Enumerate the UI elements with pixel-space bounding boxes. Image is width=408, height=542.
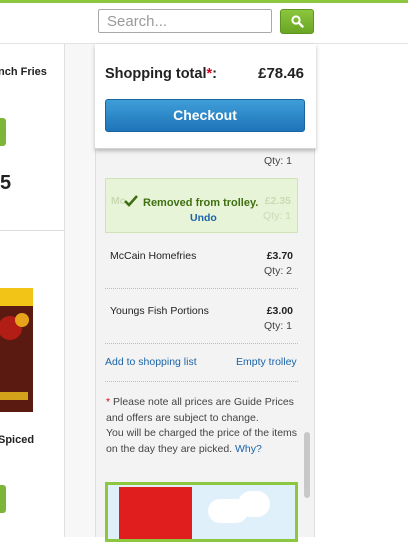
price-note: * Please note all prices are Guide Price… — [106, 395, 301, 457]
check-icon — [124, 195, 138, 207]
trolley-scrollbar[interactable] — [304, 432, 310, 498]
item-quantity: Qty: 1 — [264, 155, 293, 167]
shopping-total-label: Shopping total*: — [105, 66, 217, 82]
note-text: Please note all prices are Guide Prices … — [106, 396, 294, 424]
divider — [0, 230, 64, 231]
note-text-2: You will be charged the price of the ite… — [106, 427, 298, 455]
item-price: £3.00 — [266, 305, 293, 317]
search-button[interactable] — [280, 9, 314, 34]
removed-notice: Mc £2.35 Qty: 1 Removed from trolley. Un… — [105, 178, 298, 233]
removed-message: Removed from trolley. — [143, 197, 259, 209]
search-icon — [291, 15, 304, 28]
removed-item-price: £2.35 — [264, 195, 291, 207]
item-quantity: Qty: 2 — [264, 265, 293, 277]
product-name[interactable]: nch Fries — [0, 66, 47, 78]
empty-trolley-link[interactable]: Empty trolley — [236, 356, 297, 368]
divider — [105, 288, 298, 289]
undo-link[interactable]: Undo — [190, 212, 217, 224]
shopping-total-value: £78.46 — [258, 65, 304, 82]
checkout-button[interactable]: Checkout — [105, 99, 305, 132]
promo-cloud — [238, 491, 270, 517]
divider — [105, 343, 298, 344]
item-price: £3.70 — [266, 250, 293, 262]
search-input[interactable] — [98, 9, 272, 33]
divider — [105, 381, 298, 382]
product-list-column: nch Fries 5 Spiced — [0, 44, 65, 537]
product-image[interactable] — [0, 288, 33, 412]
product-price: 5 — [0, 172, 12, 194]
add-to-trolley-button[interactable] — [0, 485, 6, 513]
shopping-total-box: Shopping total*: £78.46 Checkout — [95, 44, 316, 149]
promo-image — [119, 487, 192, 539]
gutter — [65, 44, 95, 537]
item-name[interactable]: Youngs Fish Portions — [110, 305, 209, 317]
why-link[interactable]: Why? — [235, 443, 262, 455]
header — [0, 3, 408, 44]
add-to-trolley-button[interactable] — [0, 118, 6, 146]
add-to-shopping-list-link[interactable]: Add to shopping list — [105, 356, 197, 368]
item-name[interactable]: McCain Homefries — [110, 250, 196, 262]
product-name[interactable]: Spiced — [0, 434, 34, 446]
promo-banner[interactable] — [105, 482, 298, 542]
item-quantity: Qty: 1 — [264, 320, 293, 332]
removed-item-qty: Qty: 1 — [262, 210, 291, 222]
page-margin — [316, 44, 408, 537]
